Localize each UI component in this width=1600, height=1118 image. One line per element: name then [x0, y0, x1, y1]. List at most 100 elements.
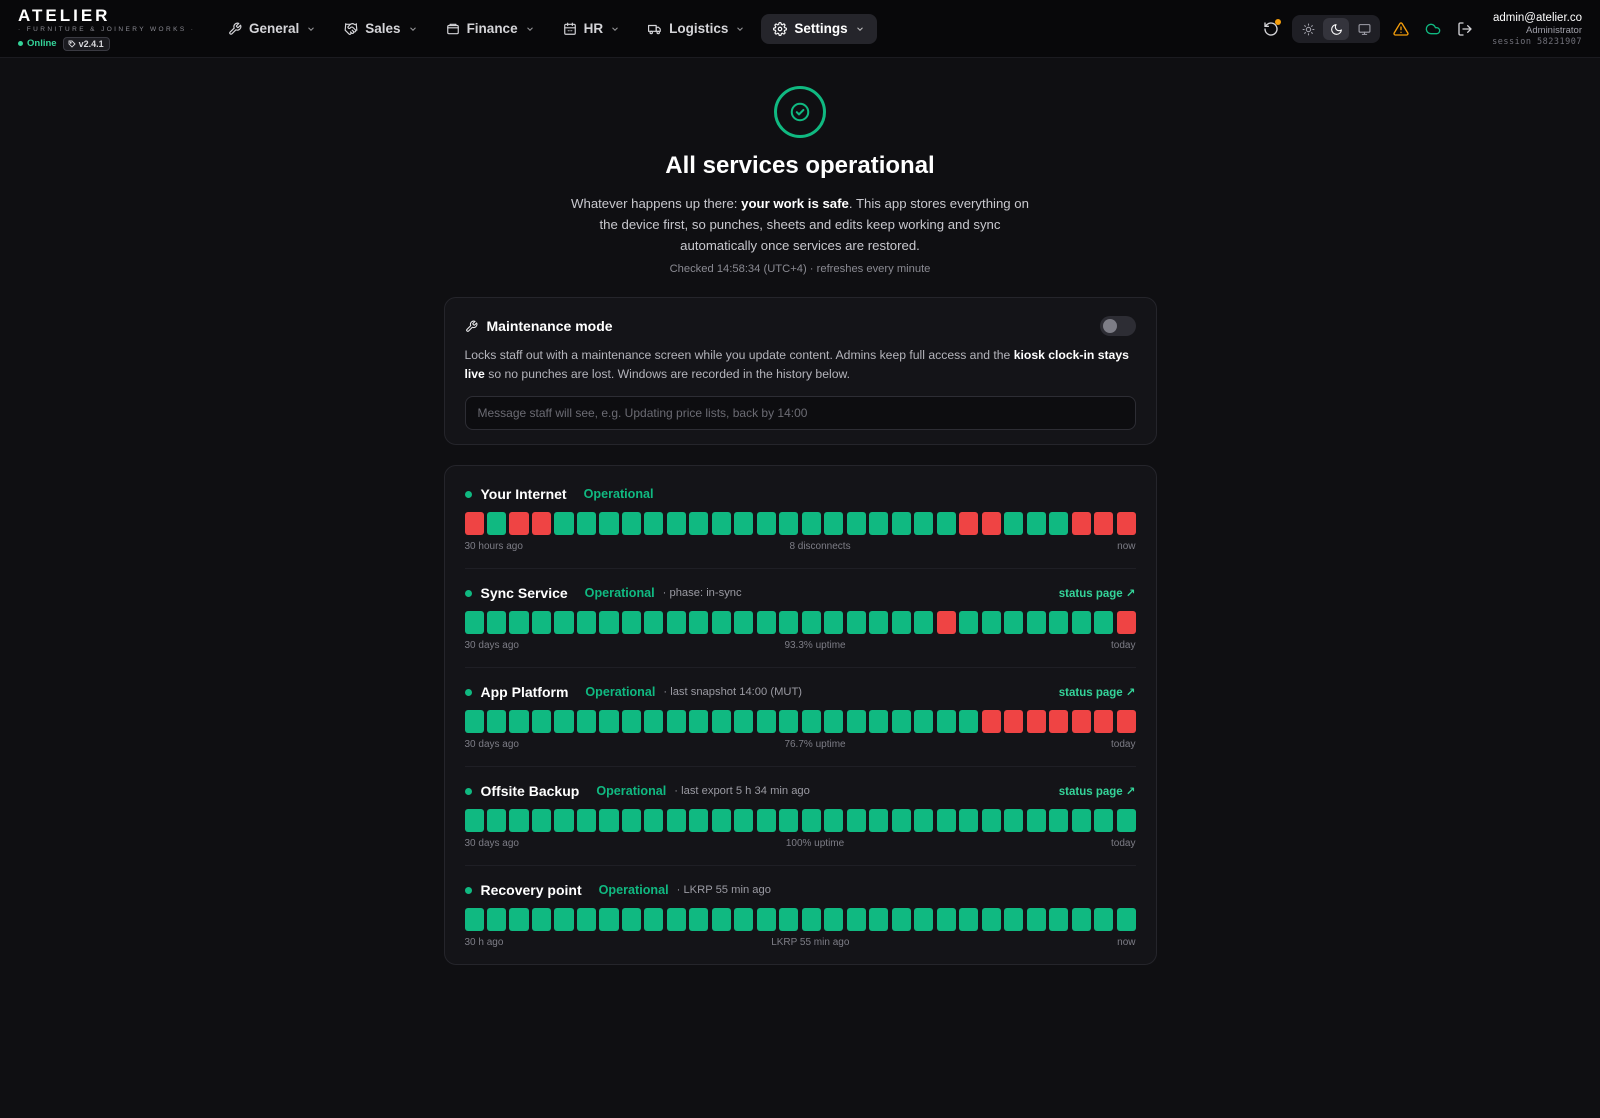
uptime-bar-up[interactable] — [689, 611, 709, 634]
theme-dark-button[interactable] — [1323, 18, 1350, 40]
uptime-bar-up[interactable] — [869, 611, 889, 634]
uptime-bar-down[interactable] — [464, 512, 484, 535]
uptime-bar-up[interactable] — [486, 710, 507, 733]
uptime-bar-up[interactable] — [689, 710, 709, 733]
uptime-bar-up[interactable] — [1026, 512, 1046, 535]
status-page-link[interactable]: status page ↗ — [1059, 685, 1136, 699]
uptime-bar-up[interactable] — [621, 809, 641, 832]
uptime-bar-up[interactable] — [1049, 908, 1069, 931]
uptime-bar-up[interactable] — [531, 809, 552, 832]
uptime-bar-up[interactable] — [891, 809, 911, 832]
nav-logistics[interactable]: Logistics — [636, 14, 757, 44]
uptime-bar-up[interactable] — [779, 611, 799, 634]
uptime-bar-up[interactable] — [891, 710, 911, 733]
alerts-button[interactable] — [1390, 18, 1412, 40]
uptime-bar-up[interactable] — [666, 809, 686, 832]
uptime-bar-up[interactable] — [734, 512, 754, 535]
uptime-bar-up[interactable] — [1094, 908, 1114, 931]
uptime-bar-up[interactable] — [936, 908, 956, 931]
nav-finance[interactable]: Finance — [434, 14, 547, 44]
uptime-bar-up[interactable] — [711, 908, 731, 931]
refresh-button[interactable] — [1260, 18, 1282, 40]
theme-light-button[interactable] — [1295, 18, 1321, 40]
uptime-bar-down[interactable] — [981, 710, 1001, 733]
uptime-bar-up[interactable] — [644, 512, 664, 535]
uptime-bar-up[interactable] — [801, 809, 821, 832]
uptime-bar-up[interactable] — [576, 809, 597, 832]
uptime-bar-up[interactable] — [779, 710, 799, 733]
uptime-bar-up[interactable] — [689, 512, 709, 535]
uptime-bar-up[interactable] — [531, 611, 552, 634]
uptime-bar-down[interactable] — [1071, 710, 1091, 733]
uptime-bar-up[interactable] — [914, 908, 934, 931]
uptime-bar-up[interactable] — [779, 908, 799, 931]
uptime-bar-down[interactable] — [1049, 710, 1069, 733]
uptime-bar-up[interactable] — [599, 809, 619, 832]
uptime-bar-up[interactable] — [599, 710, 619, 733]
uptime-bar-up[interactable] — [666, 710, 686, 733]
uptime-bar-up[interactable] — [509, 809, 529, 832]
uptime-bar-up[interactable] — [824, 611, 844, 634]
uptime-bar-up[interactable] — [936, 710, 956, 733]
uptime-bar-up[interactable] — [509, 908, 529, 931]
uptime-bar-up[interactable] — [869, 710, 889, 733]
uptime-bar-up[interactable] — [891, 512, 911, 535]
uptime-bar-up[interactable] — [1049, 512, 1069, 535]
uptime-bar-down[interactable] — [981, 512, 1001, 535]
uptime-bar-up[interactable] — [936, 809, 956, 832]
uptime-bar-up[interactable] — [666, 512, 686, 535]
uptime-bar-down[interactable] — [1116, 710, 1136, 733]
uptime-bar-down[interactable] — [531, 512, 552, 535]
uptime-bar-up[interactable] — [869, 908, 889, 931]
cloud-sync-button[interactable] — [1422, 18, 1444, 40]
uptime-bar-up[interactable] — [1049, 809, 1069, 832]
uptime-bar-up[interactable] — [689, 809, 709, 832]
uptime-bar-up[interactable] — [621, 710, 641, 733]
uptime-bar-up[interactable] — [576, 512, 597, 535]
uptime-bar-up[interactable] — [1071, 809, 1091, 832]
uptime-bar-up[interactable] — [509, 710, 529, 733]
uptime-bar-up[interactable] — [846, 809, 866, 832]
uptime-bar-up[interactable] — [1026, 908, 1046, 931]
uptime-bar-up[interactable] — [1094, 611, 1114, 634]
uptime-bar-up[interactable] — [734, 710, 754, 733]
uptime-bar-up[interactable] — [1004, 611, 1024, 634]
uptime-bar-up[interactable] — [486, 512, 507, 535]
uptime-bar-up[interactable] — [554, 611, 574, 634]
uptime-bar-up[interactable] — [666, 611, 686, 634]
uptime-bar-up[interactable] — [1116, 809, 1136, 832]
uptime-bar-up[interactable] — [801, 512, 821, 535]
uptime-bar-up[interactable] — [644, 611, 664, 634]
uptime-bar-down[interactable] — [1071, 512, 1091, 535]
uptime-bar-up[interactable] — [576, 611, 597, 634]
uptime-bar-up[interactable] — [1071, 611, 1091, 634]
uptime-bar-up[interactable] — [644, 908, 664, 931]
uptime-bar-up[interactable] — [531, 908, 552, 931]
maintenance-message-input[interactable] — [464, 396, 1136, 430]
uptime-bar-up[interactable] — [711, 611, 731, 634]
uptime-bar-down[interactable] — [1004, 710, 1024, 733]
uptime-bar-up[interactable] — [824, 809, 844, 832]
uptime-bar-up[interactable] — [1004, 908, 1024, 931]
uptime-bar-up[interactable] — [756, 710, 776, 733]
uptime-bar-up[interactable] — [599, 512, 619, 535]
uptime-bar-up[interactable] — [666, 908, 686, 931]
uptime-bar-up[interactable] — [824, 710, 844, 733]
uptime-bar-up[interactable] — [914, 809, 934, 832]
uptime-bar-up[interactable] — [464, 710, 484, 733]
uptime-bar-down[interactable] — [1094, 512, 1114, 535]
uptime-bar-up[interactable] — [959, 710, 979, 733]
uptime-bar-down[interactable] — [1094, 710, 1114, 733]
status-page-link[interactable]: status page ↗ — [1059, 586, 1136, 600]
uptime-bar-up[interactable] — [464, 809, 484, 832]
uptime-bar-up[interactable] — [621, 512, 641, 535]
uptime-bar-up[interactable] — [689, 908, 709, 931]
uptime-bar-up[interactable] — [621, 908, 641, 931]
uptime-bar-up[interactable] — [464, 611, 484, 634]
logout-button[interactable] — [1454, 18, 1476, 40]
uptime-bar-down[interactable] — [1026, 710, 1046, 733]
uptime-bar-up[interactable] — [846, 710, 866, 733]
uptime-bar-down[interactable] — [509, 512, 529, 535]
uptime-bar-up[interactable] — [869, 809, 889, 832]
uptime-bar-up[interactable] — [644, 710, 664, 733]
